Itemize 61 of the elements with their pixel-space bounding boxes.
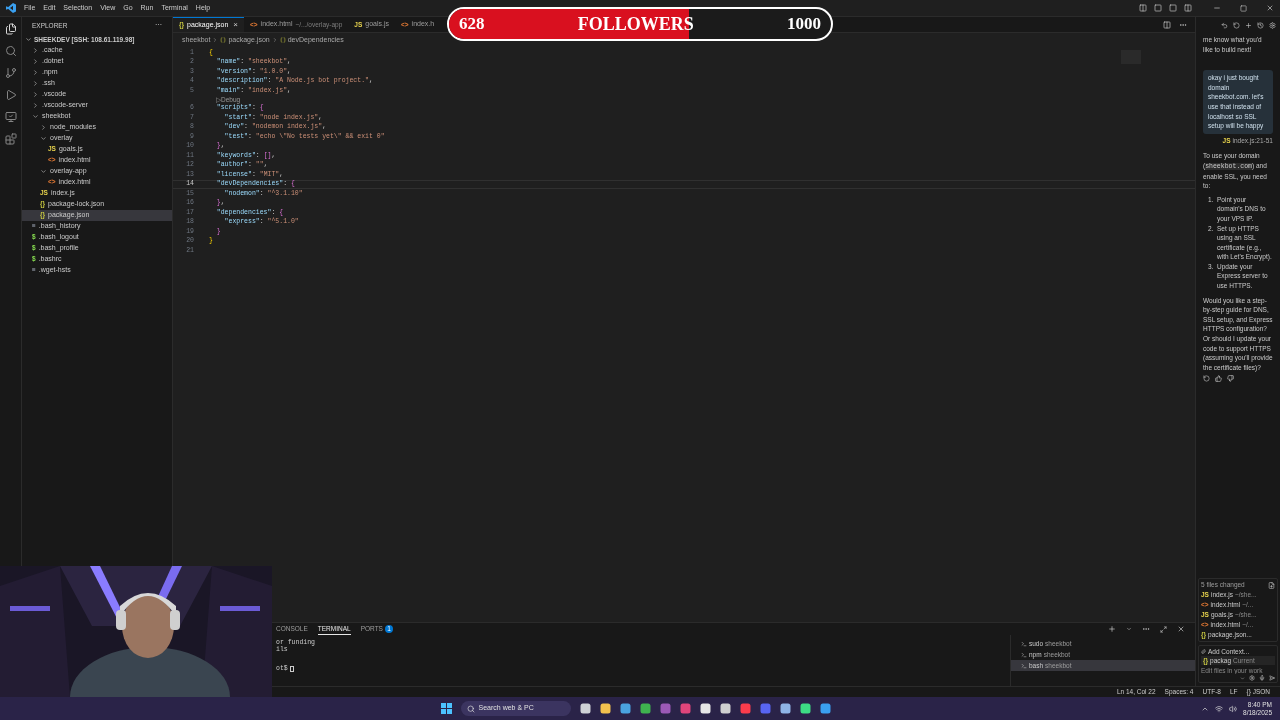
run-debug-icon[interactable] <box>4 89 17 101</box>
app-icon[interactable] <box>819 703 831 714</box>
start-icon[interactable] <box>440 703 452 714</box>
more-icon[interactable] <box>1142 625 1150 633</box>
split-editor-icon[interactable] <box>1163 20 1171 29</box>
new-chat-icon[interactable] <box>1245 21 1252 29</box>
history-icon[interactable] <box>1257 21 1264 29</box>
chevron-down-icon <box>40 168 47 175</box>
volume-icon[interactable] <box>1229 704 1238 713</box>
maximize-panel-icon[interactable] <box>1160 625 1167 633</box>
maximize-icon[interactable] <box>1240 4 1247 12</box>
wifi-icon[interactable] <box>1215 704 1224 713</box>
close-tab[interactable]: × <box>233 19 238 31</box>
close-panel-icon[interactable] <box>1177 625 1185 633</box>
sidebar-layout-icon[interactable] <box>1184 4 1192 12</box>
app-icon[interactable] <box>699 703 711 714</box>
source-control-icon[interactable] <box>4 67 17 79</box>
chevron-right-icon <box>271 37 278 43</box>
chevron-down-icon <box>40 135 47 142</box>
chevron-right-icon <box>212 37 219 43</box>
chevron-down-icon <box>25 36 32 43</box>
undo-icon[interactable] <box>1221 21 1228 29</box>
app-icon[interactable] <box>719 703 731 714</box>
panel-layout-icon[interactable] <box>1154 4 1162 12</box>
app-icon[interactable] <box>639 703 651 714</box>
app-icon[interactable] <box>579 703 591 714</box>
chevron-down-icon <box>32 113 39 120</box>
redo-icon[interactable] <box>1233 21 1240 29</box>
app-icon[interactable] <box>799 703 811 714</box>
chevron-down-icon[interactable] <box>1126 626 1132 632</box>
braces-icon <box>220 37 227 43</box>
terminal-icon <box>1021 640 1027 647</box>
chevron-right-icon <box>40 124 47 131</box>
tools-icon[interactable] <box>1249 675 1255 681</box>
search-icon[interactable] <box>4 45 17 57</box>
retry-icon[interactable] <box>1203 375 1210 383</box>
settings-icon[interactable] <box>1269 21 1276 29</box>
app-logo-icon <box>6 3 16 13</box>
terminal-icon <box>1021 651 1027 658</box>
close-icon[interactable] <box>1266 4 1274 12</box>
layout-icon[interactable] <box>1139 4 1147 12</box>
thumbs-up-icon[interactable] <box>1215 375 1222 383</box>
paperclip-icon <box>1201 649 1206 654</box>
send-icon[interactable] <box>1269 675 1275 681</box>
app-icon[interactable] <box>619 703 631 714</box>
followers-count: 628 <box>459 13 485 36</box>
thumbs-down-icon[interactable] <box>1227 375 1234 383</box>
followers-goal: 1000 <box>787 13 821 36</box>
terminal-cursor <box>289 665 294 672</box>
app-icon[interactable] <box>779 703 791 714</box>
file-icon[interactable] <box>1268 581 1275 589</box>
braces-icon <box>279 37 286 43</box>
remote-explorer-icon[interactable] <box>4 111 17 123</box>
new-terminal-icon[interactable] <box>1108 625 1116 633</box>
extensions-icon[interactable] <box>4 133 17 145</box>
search-icon <box>466 704 475 713</box>
explorer-icon[interactable] <box>4 23 17 35</box>
microphone-icon[interactable] <box>1259 675 1265 681</box>
terminal-icon <box>1021 662 1027 669</box>
app-icon[interactable] <box>599 703 611 714</box>
bottom-panel-icon[interactable] <box>1169 4 1177 12</box>
